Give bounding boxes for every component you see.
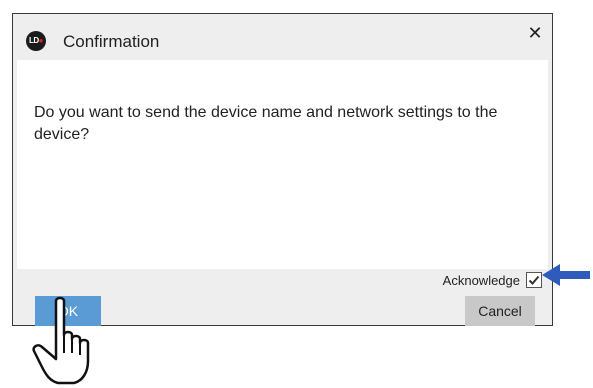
check-icon [528,275,540,285]
pointing-hand-icon [32,296,90,385]
confirmation-message: Do you want to send the device name and … [34,104,498,143]
cancel-button[interactable]: Cancel [465,296,535,326]
dialog-titlebar: LD● Confirmation ✕ [13,14,552,60]
ld-logo-icon: LD● [26,31,46,51]
confirmation-dialog: LD● Confirmation ✕ Do you want to send t… [12,13,553,326]
dialog-content [17,60,548,269]
acknowledge-label: Acknowledge [442,272,520,288]
close-button[interactable]: ✕ [524,22,546,44]
left-arrow-icon [542,264,590,286]
dialog-title: Confirmation [63,32,160,51]
acknowledge-row: Acknowledge [443,270,542,290]
screenshot-canvas: LD● Confirmation ✕ Do you want to send t… [0,0,593,388]
